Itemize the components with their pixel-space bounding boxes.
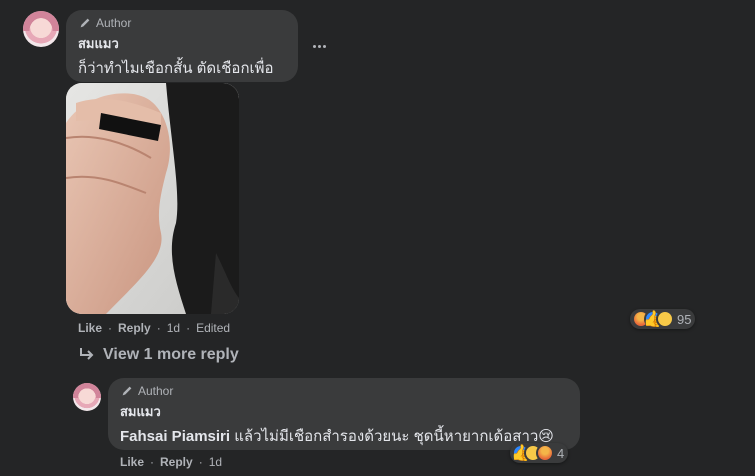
pencil-icon: [122, 386, 132, 396]
reply-avatar[interactable]: [73, 383, 101, 411]
like-button[interactable]: Like: [78, 321, 102, 335]
reply-bubble: Author สมแมว Fahsai Piamsiri แล้วไม่มีเช…: [108, 378, 580, 450]
view-more-replies-link[interactable]: View 1 more reply: [79, 346, 239, 364]
commenter-avatar[interactable]: [23, 11, 59, 47]
angry-reaction-icon: [536, 444, 554, 462]
pencil-icon: [80, 18, 90, 28]
reply-text: Fahsai Piamsiri แล้วไม่มีเชือกสำรองด้วยน…: [120, 424, 568, 448]
reply-button[interactable]: Reply: [118, 321, 151, 335]
view-more-label: View 1 more reply: [103, 346, 239, 363]
timestamp[interactable]: 1d: [167, 321, 180, 335]
author-badge-label: Author: [138, 384, 174, 398]
like-button[interactable]: Like: [120, 455, 144, 469]
reply-arrow-icon: [80, 348, 94, 360]
comment-photo[interactable]: [66, 83, 239, 314]
commenter-name[interactable]: สมแมว: [78, 33, 286, 54]
author-badge-label: Author: [96, 16, 132, 30]
reaction-count: 4: [557, 445, 565, 461]
sad-reaction-icon: [656, 310, 674, 328]
photo-image: [66, 83, 239, 314]
comment-actions: Like · Reply · 1d · Edited: [78, 321, 231, 335]
edited-label[interactable]: Edited: [196, 321, 230, 335]
reply-body-text: แล้วไม่มีเชือกสำรองด้วยนะ ชุดนี้หายากเด้…: [230, 428, 554, 445]
comment-bubble: Author สมแมว ก็ว่าทำไมเชือกสั้น ตัดเชือก…: [66, 10, 298, 82]
reply-actions: Like · Reply · 1d: [120, 455, 223, 469]
author-badge: Author: [78, 16, 286, 30]
reply-button[interactable]: Reply: [160, 455, 193, 469]
mention-link[interactable]: Fahsai Piamsiri: [120, 428, 230, 445]
comment-text: ก็ว่าทำไมเชือกสั้น ตัดเชือกเพื่อ: [78, 60, 274, 77]
comment-reactions[interactable]: 95: [630, 309, 696, 329]
more-options-button[interactable]: [307, 36, 331, 56]
reaction-count: 95: [677, 311, 692, 327]
reply-author-badge: Author: [120, 384, 568, 398]
timestamp[interactable]: 1d: [209, 455, 222, 469]
reply-commenter-name[interactable]: สมแมว: [120, 401, 568, 422]
reply-reactions[interactable]: 4: [510, 443, 569, 463]
